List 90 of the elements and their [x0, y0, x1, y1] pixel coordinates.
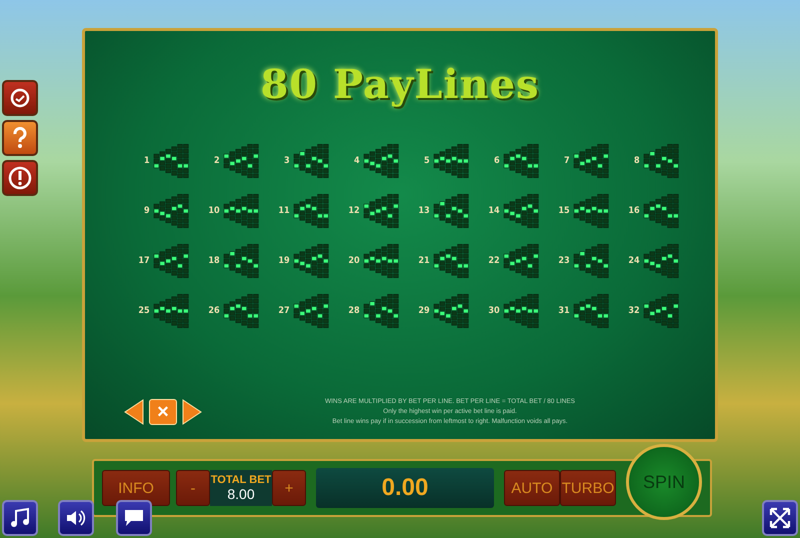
payline-number: 19 — [277, 256, 290, 266]
paytable-title: 80 PayLines — [260, 61, 540, 108]
payline-icon — [572, 243, 610, 279]
info-button[interactable] — [2, 160, 38, 196]
payline-number: 2 — [213, 156, 220, 166]
payline-number: 5 — [423, 156, 430, 166]
decrease-bet-button[interactable]: - — [176, 470, 210, 506]
payline-icon — [642, 293, 680, 329]
payline-number: 16 — [627, 206, 640, 216]
payline-icon — [152, 243, 190, 279]
question-icon — [12, 127, 28, 149]
payline-number: 1 — [143, 156, 150, 166]
win-display: 0.00 — [316, 468, 494, 508]
payline-icon — [292, 293, 330, 329]
payline-icon — [432, 243, 470, 279]
payline-number: 8 — [633, 156, 640, 166]
payline-icon — [362, 243, 400, 279]
payline-number: 13 — [417, 206, 430, 216]
payline-number: 15 — [557, 206, 570, 216]
payline-number: 17 — [137, 256, 150, 266]
increase-bet-button[interactable]: + — [272, 470, 306, 506]
music-note-icon — [10, 507, 30, 529]
payline-icon — [432, 193, 470, 229]
total-bet-label: TOTAL BET — [210, 474, 272, 486]
payline-icon — [642, 143, 680, 179]
payline-icon — [292, 243, 330, 279]
spin-button[interactable]: SPIN — [626, 444, 702, 520]
right-arrow-icon[interactable] — [181, 398, 203, 424]
payline-number: 29 — [417, 306, 430, 316]
payline-icon — [222, 243, 260, 279]
payline-number: 24 — [627, 256, 640, 266]
help-button[interactable] — [2, 120, 38, 156]
info-button[interactable]: INFO — [102, 470, 170, 506]
payline-icon — [642, 243, 680, 279]
payline-number: 14 — [487, 206, 500, 216]
payline-icon — [222, 293, 260, 329]
speech-bubble-icon — [122, 508, 146, 528]
payline-number: 30 — [487, 306, 500, 316]
payline-icon — [432, 143, 470, 179]
payline-icon — [222, 143, 260, 179]
total-bet-value: 8.00 — [227, 486, 255, 502]
payline-number: 20 — [347, 256, 360, 266]
payline-icon — [502, 293, 540, 329]
payline-icon — [572, 293, 610, 329]
payline-number: 21 — [417, 256, 430, 266]
payline-icon — [292, 193, 330, 229]
payline-number: 28 — [347, 306, 360, 316]
payline-icon — [362, 293, 400, 329]
payline-icon — [152, 193, 190, 229]
payline-icon — [642, 193, 680, 229]
payline-icon — [222, 193, 260, 229]
exclamation-icon — [8, 166, 32, 190]
history-button[interactable] — [2, 80, 38, 116]
payline-number: 27 — [277, 306, 290, 316]
payline-number: 12 — [347, 206, 360, 216]
payline-number: 6 — [493, 156, 500, 166]
auto-button[interactable]: AUTO — [504, 470, 560, 506]
payline-number: 3 — [283, 156, 290, 166]
payline-number: 26 — [207, 306, 220, 316]
payline-number: 10 — [207, 206, 220, 216]
payline-number: 23 — [557, 256, 570, 266]
payline-icon — [572, 143, 610, 179]
sound-button[interactable] — [58, 500, 94, 536]
payline-icon — [362, 143, 400, 179]
payline-icon — [152, 143, 190, 179]
payline-number: 4 — [353, 156, 360, 166]
payline-number: 32 — [627, 306, 640, 316]
speaker-icon — [65, 508, 87, 528]
chat-button[interactable] — [116, 500, 152, 536]
payline-icon — [572, 193, 610, 229]
payline-icon — [502, 193, 540, 229]
payline-icon — [432, 293, 470, 329]
fullscreen-button[interactable] — [762, 500, 798, 536]
payline-number: 11 — [277, 206, 290, 216]
payline-number: 9 — [143, 206, 150, 216]
music-button[interactable] — [2, 500, 38, 536]
payline-number: 25 — [137, 306, 150, 316]
payline-icon — [502, 243, 540, 279]
payline-icon — [292, 143, 330, 179]
payline-number: 31 — [557, 306, 570, 316]
payline-icon — [152, 293, 190, 329]
payline-number: 22 — [487, 256, 500, 266]
payline-number: 18 — [207, 256, 220, 266]
payline-icon — [362, 193, 400, 229]
left-arrow-icon[interactable] — [123, 398, 145, 424]
close-button[interactable]: × — [149, 398, 177, 424]
turbo-button[interactable]: TURBO — [560, 470, 616, 506]
payline-number: 7 — [563, 156, 570, 166]
expand-arrows-icon — [769, 507, 791, 529]
payline-icon — [502, 143, 540, 179]
